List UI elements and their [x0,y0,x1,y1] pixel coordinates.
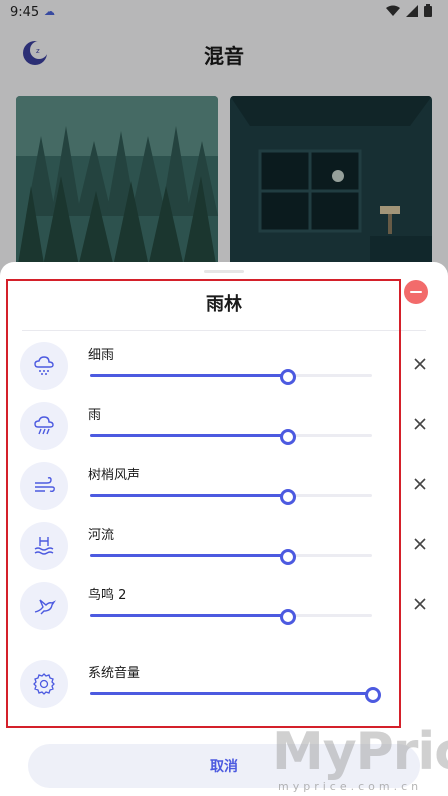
slider-fill [90,614,288,617]
remove-icon[interactable] [404,280,428,304]
slider-thumb[interactable] [280,549,297,565]
slider-fill [90,434,288,437]
slider-thumb[interactable] [280,609,297,625]
bird-icon [20,582,68,630]
sound-row-wind: 树梢风声 [0,462,448,522]
sheet-title: 雨林 [206,294,242,315]
slider-thumb[interactable] [280,489,297,505]
close-icon[interactable] [410,354,430,374]
close-icon[interactable] [410,534,430,554]
slider-thumb[interactable] [280,369,297,385]
slider-thumb[interactable] [280,429,297,445]
sound-row-light-rain: 细雨 [0,342,448,402]
slider-fill [90,554,288,557]
sound-label: 河流 [88,528,115,543]
close-icon[interactable] [410,414,430,434]
cancel-button[interactable]: 取消 [28,744,420,788]
sound-row-river: 河流 [0,522,448,582]
sound-row-rain: 雨 [0,402,448,462]
gear-icon [20,660,68,708]
close-icon[interactable] [410,474,430,494]
drag-handle[interactable] [204,270,244,273]
sound-label: 细雨 [88,348,115,363]
sound-label: 鸟鸣 2 [88,588,127,603]
sound-label: 雨 [88,408,102,423]
system-volume-row: 系统音量 [0,660,448,720]
slider-thumb[interactable] [365,687,381,703]
system-volume-slider[interactable] [90,687,381,703]
sound-row-bird: 鸟鸣 2 [0,582,448,642]
sound-label: 系统音量 [88,666,141,681]
slider-fill [90,374,288,377]
volume-slider[interactable] [90,489,372,505]
volume-slider[interactable] [90,549,372,565]
close-icon[interactable] [410,594,430,614]
slider-fill [90,494,288,497]
divider [22,330,426,331]
rain-icon [20,402,68,450]
slider-fill [90,692,372,695]
volume-slider[interactable] [90,429,372,445]
sound-label: 树梢风声 [88,468,141,483]
volume-slider[interactable] [90,369,372,385]
volume-slider[interactable] [90,609,372,625]
wind-icon [20,462,68,510]
light-rain-icon [20,342,68,390]
river-icon [20,522,68,570]
